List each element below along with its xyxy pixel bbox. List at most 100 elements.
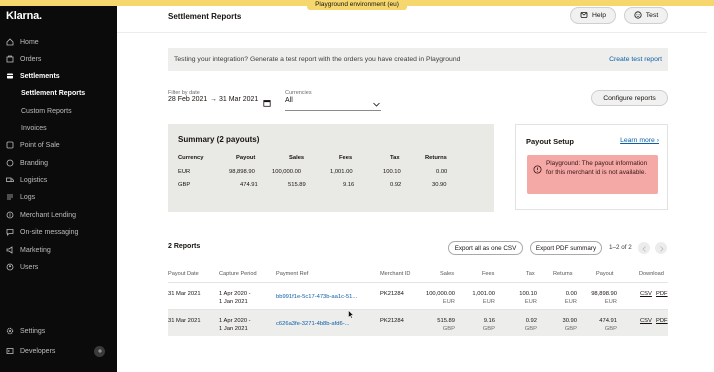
sidebar-item-label: Logs (20, 193, 36, 201)
configure-reports-button[interactable]: Configure reports (591, 90, 668, 106)
returns-currency: GBP (564, 325, 577, 332)
sidebar-item-developers[interactable]: Developers (0, 343, 117, 359)
test-report-banner-text: Testing your integration? Generate a tes… (174, 56, 461, 63)
create-test-report-link[interactable]: Create test report (609, 56, 662, 63)
payout-amount: 98,898.90 (591, 291, 617, 297)
payment-ref-link[interactable]: c626a3fe-3271-4b8b-afd6-... (276, 321, 349, 329)
sidebar-item-logistics[interactable]: Logistics (0, 172, 117, 188)
previous-page-button[interactable] (638, 242, 650, 254)
sales-value: 100,000.00 EUR (423, 291, 455, 307)
fees-amount: 1,001.00 (472, 291, 495, 297)
sidebar-item-invoices[interactable]: Invoices (0, 120, 117, 136)
help-button[interactable]: Help (570, 7, 616, 24)
sidebar-item-label: Merchant Lending (20, 211, 77, 219)
fees-currency: EUR (482, 298, 495, 305)
summary-title: Summary (2 payouts) (178, 135, 260, 144)
column-header[interactable]: Capture Period (219, 271, 257, 277)
learn-more-link[interactable]: Learn more › (620, 137, 659, 144)
merchant-lending-icon (5, 211, 14, 220)
home-icon (5, 38, 14, 47)
payout-currency: GBP (604, 325, 617, 332)
column-header[interactable]: Payout Date (168, 271, 199, 277)
sales-currency: GBP (442, 325, 455, 332)
sidebar-item-label: On-site messaging (20, 228, 79, 236)
download-csv-link[interactable]: CSV (640, 318, 652, 326)
column-header[interactable]: Payout (596, 271, 613, 277)
column-header[interactable]: Tax (526, 271, 535, 277)
payout-value: 98,898.90 EUR (588, 291, 617, 307)
sidebar-item-merchant-lending[interactable]: Merchant Lending (0, 207, 117, 223)
export-pdf-button[interactable]: Export PDF summary (530, 241, 602, 255)
summary-cell: 30.90 (432, 182, 447, 188)
returns-value: 0.00 EUR (560, 291, 577, 307)
export-pdf-label: Export PDF summary (535, 244, 597, 252)
summary-cell: 1,001.00 (330, 169, 353, 175)
summary-header-fees: Fees (339, 155, 353, 161)
sidebar-item-point-of-sale[interactable]: Point of Sale (0, 137, 117, 153)
sidebar-item-on-site-messaging[interactable]: On-site messaging (0, 224, 117, 240)
sidebar: Klarna. Home Orders Settlements Settleme… (0, 0, 117, 372)
summary-header-payout: Payout (236, 155, 256, 161)
sidebar-item-branding[interactable]: Branding (0, 155, 117, 171)
sidebar-item-marketing[interactable]: Marketing (0, 242, 117, 258)
capture-period-end: 1 Jan 2021 (219, 298, 248, 305)
payout-amount: 474.91 (599, 318, 617, 324)
date-from-value: 28 Feb 2021 (168, 96, 208, 103)
export-csv-button[interactable]: Export all as one CSV (448, 241, 523, 255)
warning-icon (533, 161, 542, 179)
payout-setup-card: Payout Setup Learn more › Playground: Th… (515, 124, 668, 210)
column-header[interactable]: Payment Ref (276, 271, 308, 277)
configure-reports-label: Configure reports (603, 94, 656, 102)
sidebar-item-settings[interactable]: Settings (0, 323, 117, 339)
summary-header-tax: Tax (390, 155, 400, 161)
tax-amount: 100.10 (519, 291, 537, 297)
logs-icon (5, 193, 14, 202)
capture-period-start: 1 Apr 2020 - (219, 291, 251, 297)
sidebar-item-custom-reports[interactable]: Custom Reports (0, 103, 117, 119)
summary-header-returns: Returns (425, 155, 447, 161)
download-pdf-link[interactable]: PDF (656, 291, 668, 299)
summary-cell: 100,000.00 (272, 169, 302, 175)
payout-currency: EUR (604, 298, 617, 305)
fees-value: 1,001.00 EUR (466, 291, 495, 307)
capture-period-end: 1 Jan 2021 (219, 325, 248, 332)
tax-currency: EUR (524, 298, 537, 305)
download-csv-link[interactable]: CSV (640, 291, 652, 299)
test-button-label: Test (645, 12, 659, 19)
payment-ref-link[interactable]: bb991f1e-5c17-473b-aa1c-51... (276, 294, 357, 302)
page-title: Settlement Reports (168, 12, 242, 21)
chevron-right-icon (659, 239, 664, 257)
sidebar-item-settlements[interactable]: Settlements (0, 68, 117, 84)
messaging-icon (5, 228, 14, 237)
summary-cell: GBP (178, 182, 191, 188)
column-header[interactable]: Sales (440, 271, 454, 277)
reports-count: 2 Reports (168, 243, 201, 250)
column-header[interactable]: Merchant ID (380, 271, 410, 277)
table-row[interactable]: 31 Mar 2021 1 Apr 2020 - 1 Jan 2021 bb99… (168, 282, 668, 309)
sidebar-item-settlement-reports[interactable]: Settlement Reports (0, 85, 117, 101)
summary-cell: 9.16 (343, 182, 355, 188)
sidebar-item-home[interactable]: Home (0, 34, 117, 50)
column-header[interactable]: Download (639, 271, 664, 277)
test-button[interactable]: Test (624, 7, 668, 24)
payout-setup-title: Payout Setup (526, 137, 574, 146)
download-pdf-link[interactable]: PDF (656, 318, 668, 326)
column-header[interactable]: Returns (553, 271, 573, 277)
returns-amount: 0.00 (565, 291, 577, 297)
sidebar-item-label: Invoices (21, 124, 47, 132)
next-page-button[interactable] (655, 242, 667, 254)
sales-amount: 100,000.00 (425, 291, 455, 297)
calendar-icon[interactable] (263, 94, 271, 112)
help-icon (580, 11, 588, 21)
environment-banner: Playground environment (eu) (0, 0, 714, 10)
klarna-logo[interactable]: Klarna. (6, 10, 42, 22)
summary-cell: 474.91 (240, 182, 258, 188)
column-header[interactable]: Fees (482, 271, 494, 277)
table-row[interactable]: 31 Mar 2021 1 Apr 2020 - 1 Jan 2021 c626… (168, 309, 668, 336)
sidebar-item-orders[interactable]: Orders (0, 51, 117, 67)
test-mode-icon (634, 10, 642, 21)
sidebar-item-users[interactable]: Users (0, 259, 117, 275)
currency-filter-label: Currencies (285, 90, 312, 96)
sidebar-item-logs[interactable]: Logs (0, 189, 117, 205)
environment-banner-label: Playground environment (eu) (307, 0, 407, 10)
